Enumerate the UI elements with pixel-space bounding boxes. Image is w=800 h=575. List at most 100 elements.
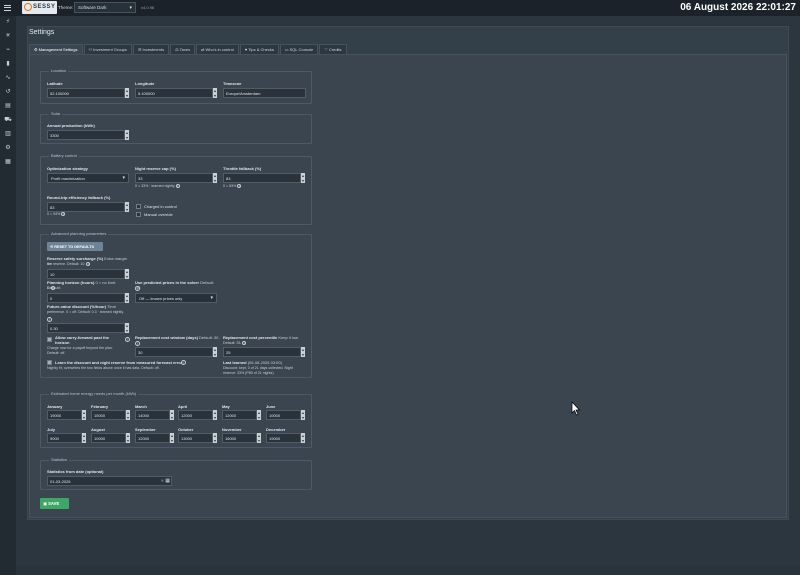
hamburger-menu-icon[interactable]: [3, 3, 13, 13]
month-input-september[interactable]: 12000: [135, 433, 174, 443]
spinner[interactable]: [212, 410, 217, 420]
carry-forward-checkbox[interactable]: [47, 337, 52, 342]
longitude-value: 5.100000: [138, 91, 155, 96]
battery-icon[interactable]: ▮: [3, 60, 13, 69]
predicted-prices-select[interactable]: Off — known prices only ▾: [135, 293, 217, 303]
tab-investments[interactable]: ☰ Investments: [132, 44, 170, 54]
month-value: 10000: [269, 413, 281, 418]
info-icon[interactable]: i: [61, 212, 66, 217]
month-input-july[interactable]: 9000: [47, 433, 86, 443]
info-icon[interactable]: i: [47, 317, 52, 322]
car-icon[interactable]: ⛟: [3, 116, 13, 125]
spinner[interactable]: [212, 173, 217, 183]
optimization-strategy-select[interactable]: Profit maximization ▾: [47, 173, 129, 183]
spinner[interactable]: [169, 410, 174, 420]
info-icon[interactable]: i: [175, 184, 180, 189]
month-input-august[interactable]: 10000: [91, 433, 130, 443]
spinner[interactable]: [212, 88, 217, 98]
tab-sql-console[interactable]: ▭ SQL Console: [279, 44, 319, 54]
spinner[interactable]: [256, 410, 261, 420]
plug-icon[interactable]: ⌁: [3, 46, 13, 55]
info-icon[interactable]: i: [125, 337, 130, 342]
spinner[interactable]: [212, 347, 217, 357]
night-reserve-input[interactable]: 33: [135, 173, 217, 183]
table-icon[interactable]: ▤: [3, 102, 13, 111]
statistics-from-date-input[interactable]: 01-03-2026 ✕ ▦: [47, 476, 172, 486]
spinner[interactable]: [124, 293, 129, 303]
info-icon[interactable]: i: [51, 286, 55, 291]
settings-tabs: ⚙ Management Settings ⚇ Investment Groups …: [29, 44, 348, 54]
spinner[interactable]: [300, 433, 305, 443]
month-input-june[interactable]: 10000: [266, 410, 305, 420]
theme-select[interactable]: Software Dark ▾: [74, 2, 136, 13]
month-input-october[interactable]: 13000: [178, 433, 217, 443]
info-icon[interactable]: i: [135, 341, 140, 346]
spinner[interactable]: [300, 173, 305, 183]
info-icon[interactable]: i: [135, 286, 140, 291]
throttle-fallback-label: Throttle fallback (%): [223, 166, 262, 171]
timezone-input[interactable]: Europe/Amsterdam: [223, 88, 306, 98]
clear-date-icon[interactable]: ✕: [161, 478, 164, 483]
info-icon[interactable]: i: [237, 184, 242, 189]
spinner[interactable]: [124, 88, 129, 98]
percentile-input[interactable]: 25: [223, 347, 305, 357]
spinner[interactable]: [81, 433, 86, 443]
month-input-april[interactable]: 12000: [178, 410, 217, 420]
sun-icon[interactable]: ☀: [3, 32, 13, 41]
tab-credits[interactable]: ♡ Credits: [319, 44, 347, 54]
learn-label-text: Learn the discount and night reserve fro…: [55, 360, 183, 365]
percentile-label-text: Replacement cost percentile: [223, 335, 278, 340]
spinner[interactable]: [81, 410, 86, 420]
annual-production-input[interactable]: 3300: [47, 130, 129, 140]
future-discount-input[interactable]: 0.30: [47, 323, 129, 333]
spinner[interactable]: [212, 433, 217, 443]
charged-in-control-checkbox[interactable]: [136, 204, 141, 209]
document-icon[interactable]: ▦: [3, 158, 13, 167]
lightning-icon[interactable]: ⚡: [3, 18, 13, 27]
reset-to-defaults-button[interactable]: ⟲ RESET TO DEFAULTS: [47, 242, 103, 251]
chart-line-icon[interactable]: ∿: [3, 74, 13, 83]
statistics-legend: Statistics: [49, 457, 70, 462]
month-input-may[interactable]: 12000: [222, 410, 261, 420]
spinner[interactable]: [124, 269, 129, 279]
surcharge-input[interactable]: 10: [47, 269, 129, 279]
tab-management-settings[interactable]: ⚙ Management Settings: [29, 44, 83, 54]
spinner[interactable]: [125, 433, 130, 443]
learn-discount-checkbox[interactable]: [47, 360, 52, 365]
horizon-input[interactable]: 0: [47, 293, 129, 303]
month-input-january[interactable]: 19000: [47, 410, 86, 420]
month-input-december[interactable]: 19000: [266, 433, 305, 443]
manual-override-checkbox[interactable]: [136, 212, 141, 217]
tab-whos-in-control[interactable]: ⇄ Who's in control: [196, 44, 239, 54]
info-icon[interactable]: i: [181, 360, 186, 365]
spinner[interactable]: [125, 410, 130, 420]
month-value: 14000: [138, 413, 150, 418]
spinner[interactable]: [300, 410, 305, 420]
app-logo[interactable]: SESSY: [22, 1, 57, 14]
save-button[interactable]: ▣ SAVE: [40, 498, 69, 509]
longitude-input[interactable]: 5.100000: [135, 88, 217, 98]
history-icon[interactable]: ↺: [3, 88, 13, 97]
spinner[interactable]: [124, 323, 129, 333]
throttle-fallback-input[interactable]: 83: [223, 173, 305, 183]
month-input-february[interactable]: 15000: [91, 410, 130, 420]
tab-investment-groups[interactable]: ⚇ Investment Groups: [83, 44, 132, 54]
tab-tips-checks[interactable]: ♥ Tips & Checks: [239, 44, 279, 54]
round-trip-input[interactable]: 83: [47, 202, 129, 212]
info-icon[interactable]: i: [86, 262, 91, 267]
latitude-input[interactable]: 52.100000: [47, 88, 129, 98]
spinner[interactable]: [124, 130, 129, 140]
month-input-november[interactable]: 16000: [222, 433, 261, 443]
bottom-bar: [16, 566, 800, 575]
info-icon[interactable]: i: [242, 341, 247, 346]
spinner[interactable]: [300, 347, 305, 357]
tab-taxes[interactable]: ⚖ Taxes: [170, 44, 196, 54]
bar-chart-icon[interactable]: ▥: [3, 130, 13, 139]
month-input-march[interactable]: 14000: [135, 410, 174, 420]
window-input[interactable]: 30: [135, 347, 217, 357]
spinner[interactable]: [124, 202, 129, 212]
calendar-icon[interactable]: ▦: [165, 478, 170, 484]
spinner[interactable]: [256, 433, 261, 443]
gear-icon[interactable]: ⚙: [3, 144, 13, 153]
spinner[interactable]: [169, 433, 174, 443]
